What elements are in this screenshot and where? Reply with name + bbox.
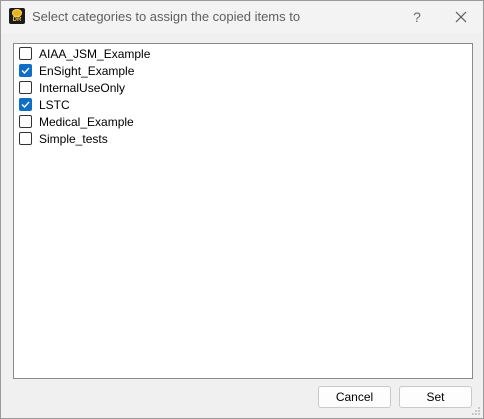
list-item-label: InternalUseOnly (39, 80, 126, 95)
checkbox[interactable] (19, 132, 32, 145)
list-item[interactable]: InternalUseOnly (19, 79, 125, 96)
list-item[interactable]: EnSight_Example (19, 62, 134, 79)
checkmark-icon (21, 101, 30, 109)
checkbox[interactable] (19, 47, 32, 60)
checkbox[interactable] (19, 64, 32, 77)
checkbox[interactable] (19, 81, 32, 94)
cancel-button[interactable]: Cancel (318, 386, 391, 408)
checkbox[interactable] (19, 98, 32, 111)
list-item-label: AIAA_JSM_Example (39, 46, 151, 61)
app-logo-icon: DR (9, 8, 25, 24)
set-button[interactable]: Set (399, 386, 472, 408)
list-item[interactable]: Medical_Example (19, 113, 134, 130)
list-item-label: EnSight_Example (39, 63, 135, 78)
checkbox[interactable] (19, 115, 32, 128)
checkmark-icon (21, 67, 30, 75)
close-icon (455, 11, 467, 23)
window-title: Select categories to assign the copied i… (32, 9, 301, 24)
list-item[interactable]: LSTC (19, 96, 70, 113)
app-logo-text: DR (12, 17, 22, 23)
resize-grip-icon[interactable] (471, 406, 481, 416)
gear-icon (12, 9, 22, 17)
category-list[interactable]: AIAA_JSM_Example EnSight_Example Interna… (13, 43, 473, 379)
dialog-window: DR Select categories to assign the copie… (0, 0, 484, 419)
help-button[interactable]: ? (403, 3, 431, 31)
list-item-label: LSTC (39, 97, 70, 112)
list-item-label: Medical_Example (39, 114, 134, 129)
list-item[interactable]: AIAA_JSM_Example (19, 45, 150, 62)
title-bar[interactable]: DR Select categories to assign the copie… (1, 1, 483, 33)
list-item[interactable]: Simple_tests (19, 130, 108, 147)
close-button[interactable] (443, 3, 479, 31)
list-item-label: Simple_tests (39, 131, 108, 146)
